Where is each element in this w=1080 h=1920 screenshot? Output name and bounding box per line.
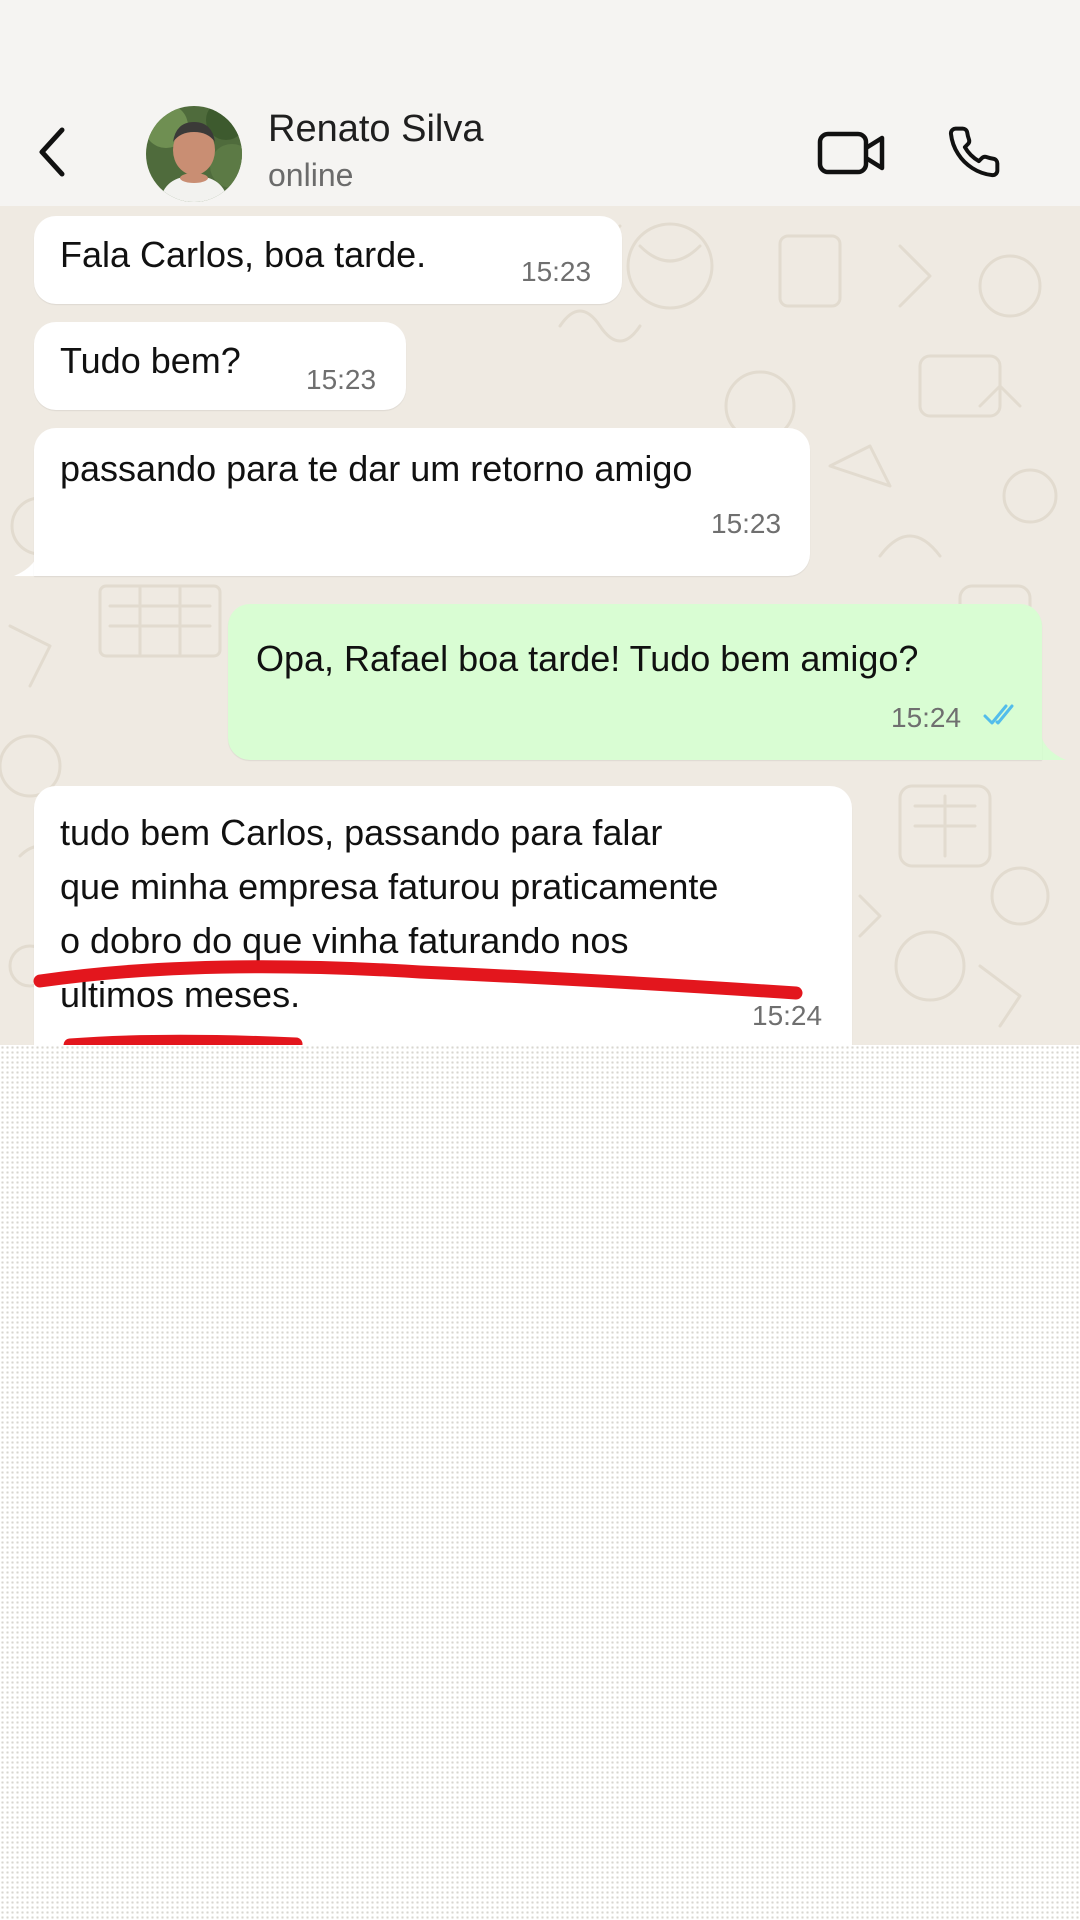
- message-text: passando para te dar um retorno amigo: [60, 448, 693, 489]
- message-time: 15:23: [521, 256, 592, 287]
- message-line: que minha empresa faturou praticamente: [60, 866, 719, 907]
- voice-call-button[interactable]: [946, 124, 1002, 180]
- video-call-button[interactable]: [816, 126, 888, 180]
- message-bubble-incoming[interactable]: passando para te dar um retorno amigo 15…: [34, 428, 810, 576]
- chat-area[interactable]: Fala Carlos, boa tarde. 15:23 Tudo bem? …: [0, 206, 1080, 1045]
- message-bubble-outgoing[interactable]: Opa, Rafael boa tarde! Tudo bem amigo? 1…: [228, 604, 1042, 760]
- message-bubble-incoming[interactable]: Tudo bem? 15:23: [34, 322, 406, 410]
- message-bubble-incoming[interactable]: tudo bem Carlos, passando para falar que…: [34, 786, 852, 1045]
- message-text: Fala Carlos, boa tarde.: [60, 234, 427, 275]
- message-time: 15:24: [752, 1000, 823, 1031]
- message-bubble-incoming[interactable]: Fala Carlos, boa tarde. 15:23: [34, 216, 622, 304]
- phone-icon: [948, 126, 1000, 178]
- message-time: 15:24: [891, 702, 962, 733]
- status-bar-area: [0, 0, 1080, 100]
- read-receipt-icon: [983, 704, 1014, 725]
- message-line: o dobro do que vinha faturando nos: [60, 920, 629, 961]
- chat-header: Renato Silva online: [0, 100, 1080, 206]
- message-text: Tudo bem?: [60, 340, 241, 381]
- avatar-image: [146, 106, 242, 202]
- message-line: ultimos meses.: [60, 974, 301, 1015]
- message-time: 15:23: [711, 508, 782, 539]
- message-text: Opa, Rafael boa tarde! Tudo bem amigo?: [256, 638, 919, 679]
- contact-name[interactable]: Renato Silva: [268, 108, 483, 151]
- message-time: 15:23: [306, 364, 377, 395]
- chevron-left-icon: [39, 127, 65, 177]
- back-button[interactable]: [28, 122, 78, 182]
- avatar[interactable]: [146, 106, 242, 202]
- screenshot-area: Renato Silva online Fala Carlos, boa tar…: [0, 0, 1080, 1045]
- video-camera-icon: [817, 131, 885, 175]
- contact-status: online: [268, 157, 354, 193]
- message-line: tudo bem Carlos, passando para falar: [60, 812, 663, 853]
